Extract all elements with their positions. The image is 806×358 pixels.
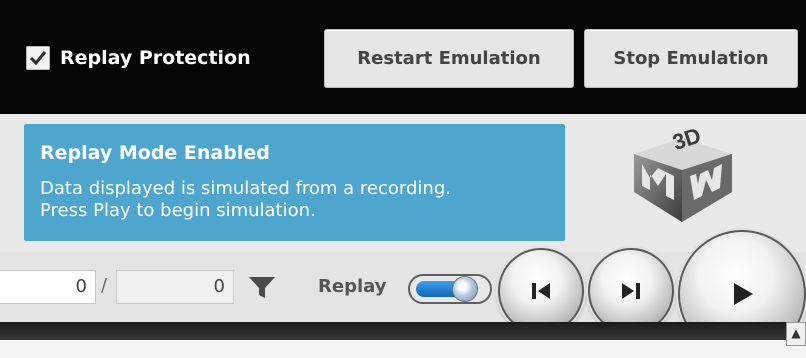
skip-forward-icon <box>622 283 640 299</box>
3dm-logo-icon: 3D <box>634 124 732 222</box>
content-area <box>0 340 806 358</box>
divider-strip <box>0 322 806 340</box>
scroll-up-button[interactable]: ▲ <box>786 322 806 346</box>
toggle-knob[interactable] <box>452 276 478 302</box>
record-separator: / <box>101 275 108 296</box>
skip-back-icon <box>532 283 550 299</box>
replay-protection-label: Replay Protection <box>60 47 251 69</box>
total-records-field: 0 <box>116 270 234 304</box>
notice-title: Replay Mode Enabled <box>40 142 270 164</box>
filter-icon[interactable] <box>248 276 276 300</box>
notice-text-line-2: Press Play to begin simulation. <box>40 200 316 221</box>
stop-emulation-button[interactable]: Stop Emulation <box>584 29 798 88</box>
checkmark-icon <box>29 51 47 66</box>
replay-toggle-label: Replay <box>318 276 387 297</box>
restart-emulation-button[interactable]: Restart Emulation <box>324 29 574 88</box>
replay-mode-notice: Replay Mode Enabled Data displayed is si… <box>24 124 565 241</box>
checkbox[interactable] <box>26 46 50 70</box>
current-record-field[interactable]: 0 <box>0 270 96 304</box>
replay-toggle[interactable] <box>408 274 492 304</box>
replay-protection-checkbox[interactable]: Replay Protection <box>26 46 251 70</box>
notice-text-line-1: Data displayed is simulated from a recor… <box>40 178 451 199</box>
play-icon <box>734 283 753 305</box>
